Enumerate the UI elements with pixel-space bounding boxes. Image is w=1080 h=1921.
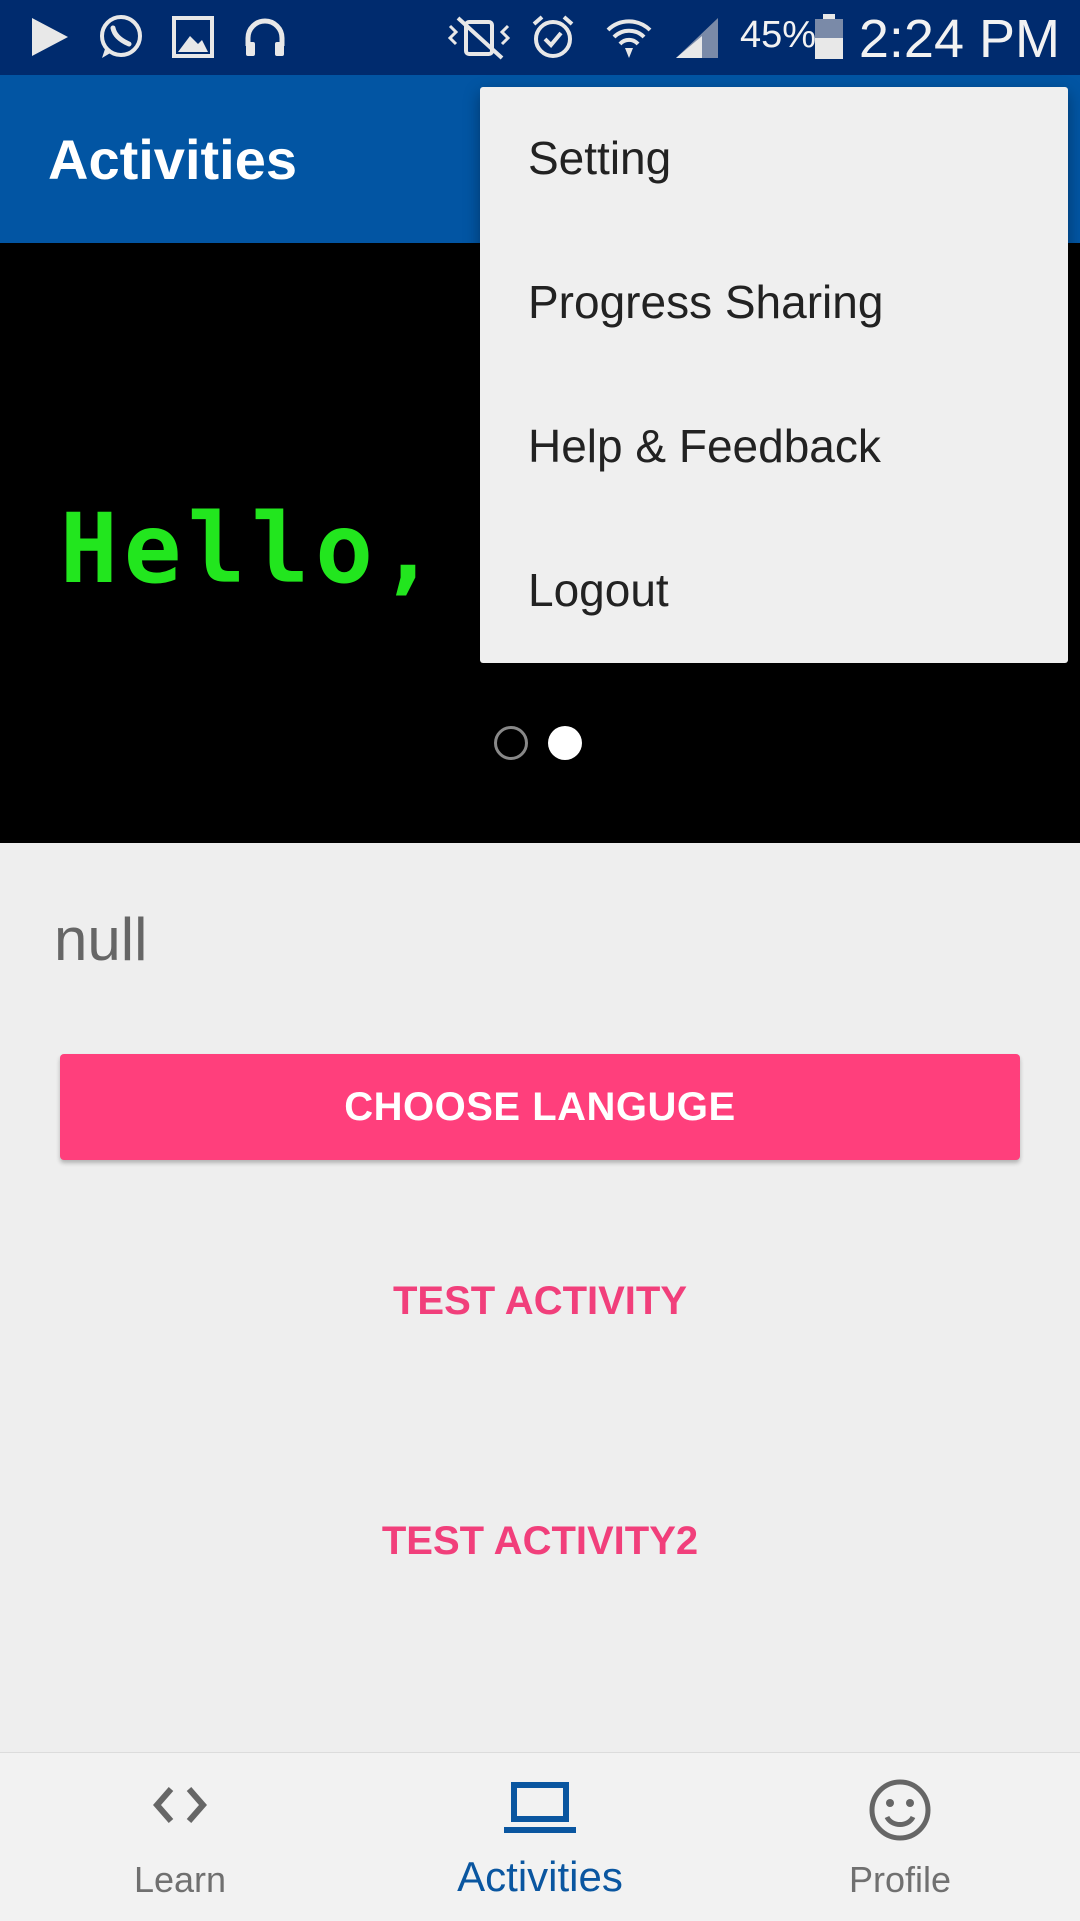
menu-item-label: Logout [528,564,669,616]
language-label: null [54,906,148,973]
nav-item-learn[interactable]: Learn [0,1753,360,1921]
carousel-dot-1[interactable] [494,726,528,760]
test-activity2-button[interactable]: TEST ACTIVITY2 [0,1518,1080,1565]
menu-item-logout[interactable]: Logout [480,519,1068,663]
nav-label-learn: Learn [133,1859,227,1900]
battery-percent: 45% [740,14,817,56]
carousel-dot-2-active[interactable] [548,726,582,760]
wifi-icon [606,19,652,58]
nav-item-activities[interactable]: Activities [360,1753,720,1921]
code-icon [153,1787,207,1823]
menu-item-progress-sharing[interactable]: Progress Sharing [480,231,1068,375]
whatsapp-icon [100,15,142,58]
choose-language-button[interactable]: CHOOSE LANGUGE [60,1054,1020,1160]
signal-icon [676,18,718,58]
status-bar: 45% 2:24 PM [0,0,1080,75]
page-title: Activities [48,128,297,191]
nav-label-activities: Activities [457,1853,623,1900]
menu-item-help-feedback[interactable]: Help & Feedback [480,375,1068,519]
menu-item-setting[interactable]: Setting [480,87,1068,231]
menu-item-label: Progress Sharing [528,276,884,328]
menu-item-label: Help & Feedback [528,420,881,472]
test-activity-button[interactable]: TEST ACTIVITY [0,1278,1080,1325]
menu-item-label: Setting [528,132,672,184]
alarm-icon [532,15,574,58]
laptop-base-icon [504,1827,576,1833]
headphones-icon [245,18,285,56]
vibrate-mute-icon [447,16,511,60]
nav-label-profile: Profile [848,1859,952,1900]
smiley-icon [869,1779,931,1841]
image-icon [172,16,214,58]
battery-icon [815,14,843,59]
play-icon [32,18,68,56]
banner-text: Hello, [60,493,443,605]
overflow-menu: Setting Progress Sharing Help & Feedback… [480,87,1068,663]
clock: 2:24 PM [858,9,1060,69]
nav-item-profile[interactable]: Profile [720,1753,1080,1921]
laptop-icon [511,1782,569,1822]
bottom-navigation: Learn Activities Profile [0,1752,1080,1921]
